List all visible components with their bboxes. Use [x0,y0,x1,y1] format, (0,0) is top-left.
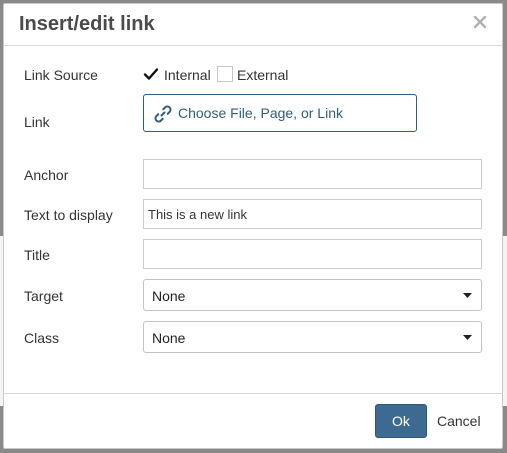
dialog-header: Insert/edit link [4,4,502,46]
title-label: Title [24,247,50,263]
insert-link-dialog: Insert/edit link Link Source Internal Ex… [3,3,503,449]
class-label: Class [24,330,60,346]
ok-button[interactable]: Ok [375,404,427,438]
title-input[interactable] [143,239,482,269]
class-selected-value: None [152,330,186,346]
caret-down-icon [463,335,472,340]
checkmark-icon [143,68,159,80]
anchor-input[interactable] [143,159,482,189]
close-icon [473,15,487,29]
text-to-display-input[interactable] [143,199,482,229]
anchor-label: Anchor [24,167,69,183]
target-selected-value: None [152,288,186,304]
external-option-label[interactable]: External [237,67,288,83]
cancel-button[interactable]: Cancel [437,413,481,429]
choose-link-button[interactable]: Choose File, Page, or Link [143,94,417,132]
close-button[interactable] [471,13,489,31]
target-label: Target [24,288,63,304]
internal-checkbox[interactable] [143,66,159,82]
target-select[interactable]: None [143,279,482,311]
class-select[interactable]: None [143,321,482,353]
text-to-display-label: Text to display [24,207,113,223]
external-checkbox[interactable] [217,66,233,82]
choose-link-label: Choose File, Page, or Link [178,105,343,121]
link-icon [154,105,172,123]
link-label: Link [24,114,50,130]
dialog-title: Insert/edit link [19,13,155,35]
dialog-footer: Ok Cancel [4,393,502,448]
internal-option-label[interactable]: Internal [164,67,211,83]
caret-down-icon [463,293,472,298]
link-source-label: Link Source [24,67,98,83]
background-page-right [503,236,507,406]
